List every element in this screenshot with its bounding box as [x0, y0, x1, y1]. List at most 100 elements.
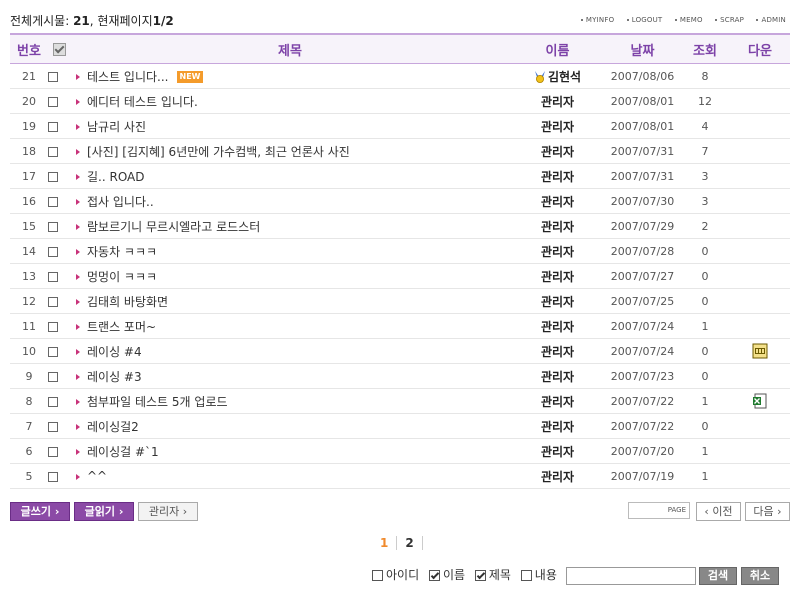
- table-row[interactable]: 21 테스트 입니다... NEW 김현석 2007/08/06 8: [10, 63, 790, 89]
- row-checkbox[interactable]: [48, 321, 58, 332]
- post-title-link[interactable]: ^^: [87, 469, 107, 483]
- post-title-link[interactable]: 트랜스 포머~: [87, 320, 156, 334]
- search-opt-title[interactable]: 제목: [474, 566, 511, 583]
- read-button[interactable]: 글읽기 ›: [74, 502, 134, 521]
- page-jump-input[interactable]: PAGE: [628, 502, 690, 519]
- post-title-link[interactable]: 레이싱 #3: [87, 370, 142, 384]
- table-row[interactable]: 6 레이싱걸 #`1 관리자 2007/07/20 1: [10, 438, 790, 464]
- author-name[interactable]: 관리자: [541, 470, 574, 484]
- author-name[interactable]: 관리자: [541, 370, 574, 384]
- page-link-2[interactable]: 2: [397, 536, 423, 550]
- post-title-link[interactable]: 첨부파일 테스트 5개 업로드: [87, 395, 228, 409]
- post-title-link[interactable]: 멍멍이 ㅋㅋㅋ: [87, 270, 157, 284]
- row-checkbox[interactable]: [48, 371, 58, 382]
- table-row[interactable]: 18 [사진] [김지혜] 6년만에 가수컴백, 최근 언론사 사진 관리자 2007…: [10, 138, 790, 164]
- author-name[interactable]: 관리자: [541, 95, 574, 109]
- search-opt-name[interactable]: 이름: [428, 566, 465, 583]
- row-checkbox[interactable]: [48, 71, 58, 82]
- arrow-icon: [76, 473, 80, 480]
- table-row[interactable]: 12 김태희 바탕화면 관리자 2007/07/25 0: [10, 288, 790, 314]
- post-title-link[interactable]: 테스트 입니다...: [87, 70, 169, 84]
- table-row[interactable]: 8 첨부파일 테스트 5개 업로드 관리자 2007/07/22 1: [10, 388, 790, 414]
- author-name[interactable]: 관리자: [541, 395, 574, 409]
- row-checkbox[interactable]: [48, 271, 58, 282]
- select-all-checkbox[interactable]: [52, 42, 66, 56]
- excel-file-icon[interactable]: [752, 393, 768, 409]
- post-title-link[interactable]: 레이싱걸 #`1: [87, 445, 159, 459]
- row-checkbox[interactable]: [48, 146, 58, 157]
- author-name[interactable]: 관리자: [541, 145, 574, 159]
- author-name[interactable]: 관리자: [541, 420, 574, 434]
- search-opt-id[interactable]: 아이디: [372, 566, 419, 583]
- menu-myinfo[interactable]: MYINFO: [580, 16, 614, 24]
- checkbox-id[interactable]: [372, 570, 383, 581]
- row-checkbox[interactable]: [48, 421, 58, 432]
- post-title-link[interactable]: 접사 입니다..: [87, 195, 154, 209]
- name-cell: 관리자: [510, 88, 605, 114]
- admin-button[interactable]: 관리자 ›: [138, 502, 198, 521]
- download-cell: [730, 63, 790, 89]
- table-row[interactable]: 13 멍멍이 ㅋㅋㅋ 관리자 2007/07/27 0: [10, 263, 790, 289]
- checkbox-content[interactable]: [520, 570, 532, 581]
- page-link-1[interactable]: 1: [372, 536, 398, 550]
- author-name[interactable]: 관리자: [541, 120, 574, 134]
- menu-scrap[interactable]: SCRAP: [715, 16, 744, 24]
- table-row[interactable]: 20 에디터 테스트 입니다. 관리자 2007/08/01 12: [10, 88, 790, 114]
- author-name[interactable]: 관리자: [541, 270, 574, 284]
- row-checkbox[interactable]: [48, 221, 58, 232]
- menu-memo[interactable]: MEMO: [674, 16, 703, 24]
- post-title-link[interactable]: 길.. ROAD: [87, 170, 145, 184]
- author-name[interactable]: 김현석: [548, 70, 581, 84]
- table-row[interactable]: 19 남규리 사진 관리자 2007/08/01 4: [10, 113, 790, 139]
- table-row[interactable]: 16 접사 입니다.. 관리자 2007/07/30 3: [10, 188, 790, 214]
- table-row[interactable]: 9 레이싱 #3 관리자 2007/07/23 0: [10, 363, 790, 389]
- table-row[interactable]: 5 ^^ 관리자 2007/07/19 1: [10, 463, 790, 489]
- table-row[interactable]: 17 길.. ROAD 관리자 2007/07/31 3: [10, 163, 790, 189]
- jpg-file-icon[interactable]: [752, 343, 768, 359]
- download-cell: [730, 338, 790, 364]
- post-title-link[interactable]: [사진] [김지혜] 6년만에 가수컴백, 최근 언론사 사진: [87, 145, 350, 159]
- table-row[interactable]: 15 람보르기니 무르시엘라고 로드스터 관리자 2007/07/29 2: [10, 213, 790, 239]
- author-name[interactable]: 관리자: [541, 320, 574, 334]
- author-name[interactable]: 관리자: [541, 220, 574, 234]
- table-row[interactable]: 7 레이싱걸2 관리자 2007/07/22 0: [10, 413, 790, 439]
- post-title-link[interactable]: 람보르기니 무르시엘라고 로드스터: [87, 220, 260, 234]
- author-name[interactable]: 관리자: [541, 170, 574, 184]
- post-title-link[interactable]: 레이싱걸2: [87, 420, 139, 434]
- row-checkbox[interactable]: [48, 246, 58, 257]
- post-title-link[interactable]: 김태희 바탕화면: [87, 295, 168, 309]
- checkbox-title[interactable]: [474, 570, 486, 581]
- prev-button[interactable]: ‹ 이전: [696, 502, 741, 521]
- menu-logout[interactable]: LOGOUT: [626, 16, 663, 24]
- author-name[interactable]: 관리자: [541, 295, 574, 309]
- table-row[interactable]: 11 트랜스 포머~ 관리자 2007/07/24 1: [10, 313, 790, 339]
- post-title-link[interactable]: 에디터 테스트 입니다.: [87, 95, 198, 109]
- row-checkbox[interactable]: [48, 446, 58, 457]
- write-button[interactable]: 글쓰기 ›: [10, 502, 70, 521]
- row-checkbox[interactable]: [48, 171, 58, 182]
- select-cell: [48, 363, 70, 389]
- author-name[interactable]: 관리자: [541, 345, 574, 359]
- search-input[interactable]: [566, 567, 696, 585]
- row-checkbox[interactable]: [48, 296, 58, 307]
- post-title-link[interactable]: 레이싱 #4: [87, 345, 142, 359]
- table-row[interactable]: 10 레이싱 #4 관리자 2007/07/24 0: [10, 338, 790, 364]
- next-button[interactable]: 다음 ›: [745, 502, 790, 521]
- row-checkbox[interactable]: [48, 121, 58, 132]
- row-checkbox[interactable]: [48, 96, 58, 107]
- author-name[interactable]: 관리자: [541, 245, 574, 259]
- cancel-button[interactable]: 취소: [741, 567, 779, 585]
- row-checkbox[interactable]: [48, 471, 58, 482]
- row-checkbox[interactable]: [48, 346, 58, 357]
- search-button[interactable]: 검색: [699, 567, 737, 585]
- menu-admin[interactable]: ADMIN: [756, 16, 786, 24]
- search-opt-content[interactable]: 내용: [520, 566, 557, 583]
- author-name[interactable]: 관리자: [541, 195, 574, 209]
- post-title-link[interactable]: 자동차 ㅋㅋㅋ: [87, 245, 157, 259]
- row-checkbox[interactable]: [48, 396, 58, 407]
- post-title-link[interactable]: 남규리 사진: [87, 120, 146, 134]
- table-row[interactable]: 14 자동차 ㅋㅋㅋ 관리자 2007/07/28 0: [10, 238, 790, 264]
- checkbox-name[interactable]: [428, 570, 440, 581]
- author-name[interactable]: 관리자: [541, 445, 574, 459]
- row-checkbox[interactable]: [48, 196, 58, 207]
